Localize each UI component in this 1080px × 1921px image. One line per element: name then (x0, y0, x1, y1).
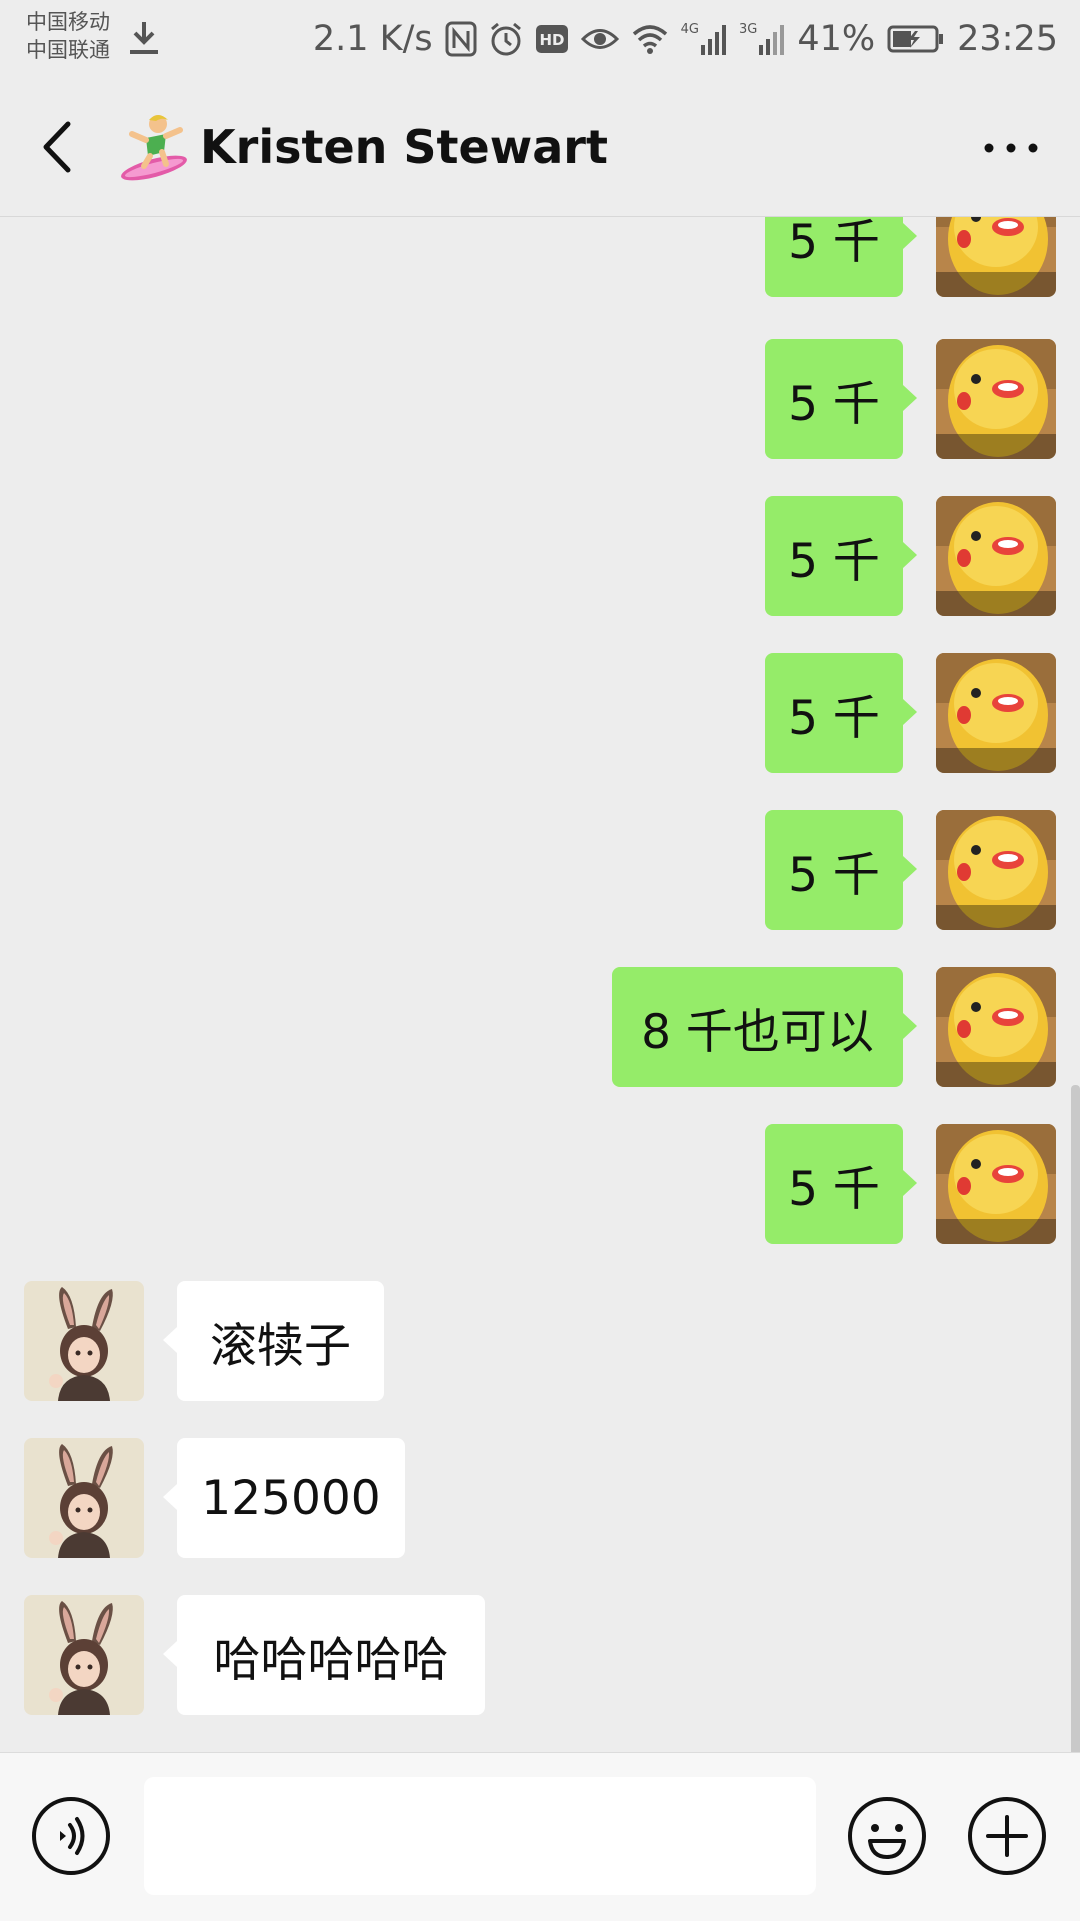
bunny-girl-avatar-image (24, 1595, 144, 1715)
more-options-icon[interactable] (976, 128, 1046, 168)
nfc-icon (445, 21, 477, 57)
incoming-message-bubble[interactable]: 125000 (163, 1438, 405, 1558)
chat-area[interactable]: 5 千 5 千 5 千 5 千 5 千 8 千也可以 5 千 滚犊子 12500… (0, 217, 1080, 1752)
outgoing-message-bubble[interactable]: 5 千 (765, 810, 917, 930)
surfer-emoji-icon (121, 115, 187, 181)
signal-4g-group: 4G (681, 23, 727, 55)
carrier-1: 中国移动 (26, 10, 110, 34)
hd-icon: HD (535, 25, 568, 53)
yellow-chick-avatar-image (936, 339, 1056, 459)
avatar[interactable] (936, 339, 1056, 459)
avatar[interactable] (936, 967, 1056, 1087)
avatar[interactable] (936, 217, 1056, 297)
alarm-icon (490, 22, 521, 56)
clock: 23:25 (957, 19, 1058, 59)
bunny-girl-avatar-image (24, 1281, 144, 1401)
message-input[interactable] (144, 1777, 816, 1895)
voice-icon[interactable] (30, 1795, 112, 1877)
scrollbar[interactable] (1071, 1085, 1080, 1752)
carrier-labels: 中国移动 中国联通 (26, 8, 110, 64)
yellow-chick-avatar-image (936, 967, 1056, 1087)
outgoing-message-bubble[interactable]: 5 千 (765, 339, 917, 459)
carrier-2: 中国联通 (26, 38, 110, 62)
eye-icon (580, 29, 619, 49)
bunny-girl-avatar-image (24, 1438, 144, 1558)
avatar[interactable] (936, 1124, 1056, 1244)
yellow-chick-avatar-image (936, 496, 1056, 616)
network-3g-label: 3G (738, 22, 758, 37)
outgoing-message-bubble[interactable]: 5 千 (765, 217, 917, 297)
signal-3g-group: 3G (739, 23, 785, 55)
emoji-icon[interactable] (846, 1795, 928, 1877)
avatar[interactable] (936, 653, 1056, 773)
signal-strength-icon (700, 25, 726, 55)
download-icon (130, 22, 158, 54)
contact-avatar[interactable] (24, 1595, 144, 1715)
chat-title: Kristen Stewart (200, 120, 608, 174)
wifi-icon (632, 25, 667, 54)
avatar[interactable] (936, 810, 1056, 930)
back-button[interactable] (30, 114, 90, 180)
incoming-message-bubble[interactable]: 滚犊子 (163, 1281, 384, 1401)
status-icons: 2.1 K/s HD 4G 3G 41% 23:25 (313, 14, 1058, 64)
yellow-chick-avatar-image (936, 653, 1056, 773)
svg-text:HD: HD (539, 31, 564, 49)
yellow-chick-avatar-image (936, 1124, 1056, 1244)
signal-strength-icon (759, 25, 785, 55)
status-bar: 中国移动 中国联通 2.1 K/s HD 4G 3G 41% 23:25 (0, 0, 1080, 78)
avatar[interactable] (936, 496, 1056, 616)
outgoing-message-bubble[interactable]: 5 千 (765, 1124, 917, 1244)
incoming-message-bubble[interactable]: 哈哈哈哈哈 (163, 1595, 485, 1715)
yellow-chick-avatar-image (936, 810, 1056, 930)
chat-header: Kristen Stewart (0, 78, 1080, 217)
input-bar (0, 1752, 1080, 1921)
outgoing-message-bubble[interactable]: 5 千 (765, 496, 917, 616)
network-4g-label: 4G (680, 22, 699, 37)
outgoing-message-bubble[interactable]: 5 千 (765, 653, 917, 773)
contact-avatar[interactable] (24, 1281, 144, 1401)
battery-charging-icon (887, 25, 944, 53)
network-speed: 2.1 K/s (312, 19, 433, 59)
yellow-chick-avatar-image (936, 217, 1056, 297)
outgoing-message-bubble[interactable]: 8 千也可以 (612, 967, 917, 1087)
plus-icon[interactable] (966, 1795, 1048, 1877)
battery-percent: 41% (797, 19, 876, 59)
contact-avatar[interactable] (24, 1438, 144, 1558)
